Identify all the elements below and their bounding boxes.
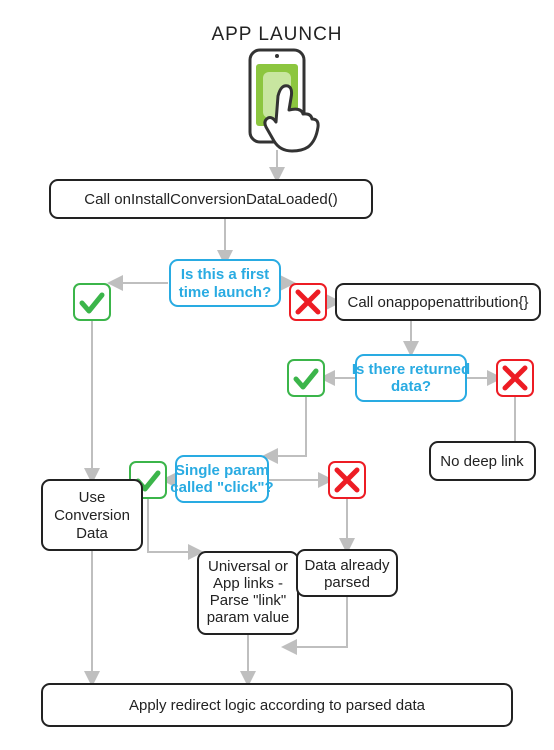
flowchart: APP LAUNCH Call onInstallConversionDataL… bbox=[0, 0, 554, 750]
svg-text:Is this a first: Is this a first bbox=[181, 266, 269, 283]
svg-text:Call onInstallConversionDataLo: Call onInstallConversionDataLoaded() bbox=[84, 191, 337, 208]
no-single-param bbox=[329, 462, 365, 498]
decision-single-param: Single param called "click"? bbox=[170, 456, 273, 502]
svg-text:Data: Data bbox=[76, 525, 108, 542]
svg-text:Single param: Single param bbox=[175, 462, 269, 479]
svg-text:No deep link: No deep link bbox=[440, 453, 524, 470]
svg-text:Apply redirect logic according: Apply redirect logic according to parsed… bbox=[129, 697, 426, 714]
decision-returned-data: Is there returned data? bbox=[352, 355, 470, 401]
svg-text:Use: Use bbox=[79, 489, 106, 506]
svg-text:Parse "link": Parse "link" bbox=[210, 592, 287, 609]
svg-text:called "click"?: called "click"? bbox=[170, 479, 273, 496]
svg-text:Is there returned: Is there returned bbox=[352, 361, 470, 378]
svg-text:Universal or: Universal or bbox=[208, 558, 288, 575]
node-universal-links: Universal or App links - Parse "link" pa… bbox=[198, 552, 298, 634]
no-first-launch bbox=[290, 284, 326, 320]
node-data-parsed: Data already parsed bbox=[297, 550, 397, 596]
svg-text:Data already: Data already bbox=[304, 557, 390, 574]
yes-first-launch bbox=[74, 284, 110, 320]
node-apply-redirect: Apply redirect logic according to parsed… bbox=[42, 684, 512, 726]
svg-text:parsed: parsed bbox=[324, 574, 370, 591]
yes-returned-data bbox=[288, 360, 324, 396]
phone-icon bbox=[250, 50, 318, 151]
svg-text:param value: param value bbox=[207, 609, 290, 626]
decision-first-launch: Is this a first time launch? bbox=[170, 260, 280, 306]
node-call-onappopen: Call onappopenattribution{} bbox=[336, 284, 540, 320]
node-use-conversion-data: Use Conversion Data bbox=[42, 480, 142, 550]
diagram-title: APP LAUNCH bbox=[211, 24, 342, 45]
svg-text:time launch?: time launch? bbox=[179, 284, 272, 301]
svg-text:data?: data? bbox=[391, 378, 431, 395]
node-call-oninstall: Call onInstallConversionDataLoaded() bbox=[50, 180, 372, 218]
svg-text:App links -: App links - bbox=[213, 575, 283, 592]
node-no-deep-link: No deep link bbox=[430, 442, 535, 480]
svg-text:Conversion: Conversion bbox=[54, 507, 130, 524]
svg-text:Call onappopenattribution{}: Call onappopenattribution{} bbox=[348, 294, 529, 311]
no-returned-data bbox=[497, 360, 533, 396]
